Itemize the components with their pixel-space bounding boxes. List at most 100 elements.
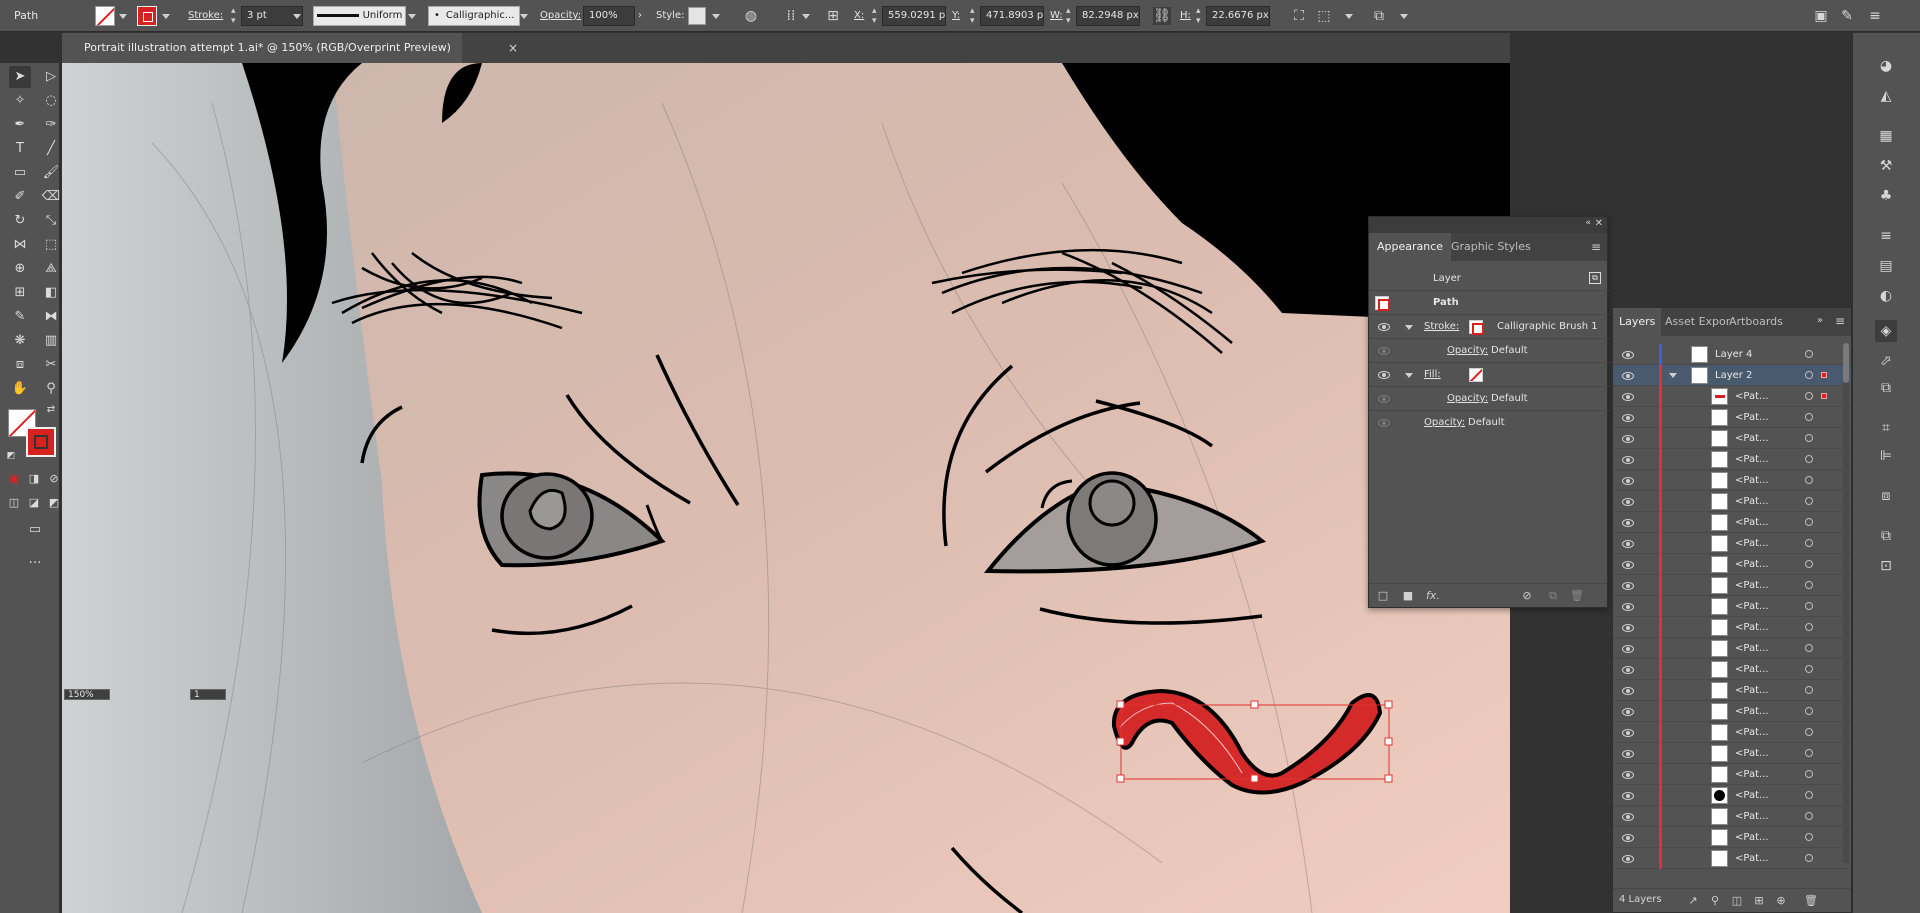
visibility-eye-icon[interactable] xyxy=(1621,497,1635,507)
visibility-eye-icon[interactable] xyxy=(1377,346,1391,356)
transform-icon[interactable]: ⛶ xyxy=(1290,7,1308,25)
sublayer-row[interactable]: <Pat... xyxy=(1613,680,1851,701)
sublayer-name[interactable]: <Pat... xyxy=(1735,428,1769,449)
layer-expand-icon[interactable] xyxy=(1669,373,1677,378)
sublayer-row[interactable]: <Pat... xyxy=(1613,575,1851,596)
stroke-panel-icon[interactable]: ≡ xyxy=(1875,225,1897,247)
isolate-dropdown-icon[interactable] xyxy=(1345,14,1353,19)
sublayer-name[interactable]: <Pat... xyxy=(1735,764,1769,785)
sublayer-name[interactable]: <Pat... xyxy=(1735,659,1769,680)
eraser-tool-icon[interactable]: ⌫ xyxy=(40,186,62,208)
layer-target-icon[interactable] xyxy=(1805,623,1813,631)
sublayer-row[interactable]: <Pat... xyxy=(1613,659,1851,680)
opacity-field[interactable]: 100% xyxy=(583,6,635,26)
line-tool-icon[interactable]: ╱ xyxy=(40,138,62,160)
constrain-proportions-icon[interactable]: ⛓ xyxy=(1153,7,1171,25)
slice-tool-icon[interactable]: ✂ xyxy=(40,354,62,376)
layer-target-icon[interactable] xyxy=(1805,350,1813,358)
sublayer-name[interactable]: <Pat... xyxy=(1735,848,1769,869)
sublayer-row[interactable]: <Pat... xyxy=(1613,806,1851,827)
sublayer-row[interactable]: <Pat... xyxy=(1613,848,1851,869)
w-field[interactable]: 82.2948 px xyxy=(1076,6,1140,26)
layer-target-icon[interactable]: ⧉ xyxy=(1589,272,1601,284)
sublayer-name[interactable]: <Pat... xyxy=(1735,512,1769,533)
sublayer-row[interactable]: <Pat... xyxy=(1613,386,1851,407)
artboard-canvas[interactable]: 150% 1 xyxy=(62,63,1510,913)
layer-target-icon[interactable] xyxy=(1805,371,1813,379)
h-stepper-icon[interactable]: ▴ ▾ xyxy=(1196,6,1201,26)
eyedropper-tool-icon[interactable]: ✎ xyxy=(9,306,31,328)
sublayer-name[interactable]: <Pat... xyxy=(1735,407,1769,428)
layer-target-icon[interactable] xyxy=(1805,581,1813,589)
gradient-mode-icon[interactable]: ◨ xyxy=(26,471,42,487)
new-sublayer-icon[interactable]: ⊞ xyxy=(1751,893,1767,909)
selection-indicator-icon[interactable] xyxy=(1821,372,1827,378)
paintbrush-tool-icon[interactable]: 🖌 xyxy=(40,162,62,184)
visibility-eye-icon[interactable] xyxy=(1621,350,1635,360)
transform-panel-icon[interactable]: ⌗ xyxy=(1875,417,1897,439)
stroke-dropdown-icon[interactable] xyxy=(162,14,170,19)
sublayer-row[interactable]: <Pat... xyxy=(1613,785,1851,806)
layer-name[interactable]: Layer 4 xyxy=(1715,344,1752,365)
sublayer-row[interactable]: <Pat... xyxy=(1613,449,1851,470)
fill-dropdown-icon[interactable] xyxy=(119,14,127,19)
sublayer-name[interactable]: <Pat... xyxy=(1735,722,1769,743)
visibility-eye-icon[interactable] xyxy=(1621,434,1635,444)
document-tab[interactable]: Portrait illustration attempt 1.ai* @ 15… xyxy=(62,33,462,63)
stroke-swatch[interactable] xyxy=(137,6,157,26)
sublayer-name[interactable]: <Pat... xyxy=(1735,638,1769,659)
sublayer-name[interactable]: <Pat... xyxy=(1735,680,1769,701)
shape-dropdown-icon[interactable] xyxy=(1400,14,1408,19)
variable-width-profile[interactable]: Uniform xyxy=(313,6,406,26)
panel-menu-icon[interactable]: ≡ xyxy=(1591,241,1601,253)
layer-name[interactable]: Layer 2 xyxy=(1715,365,1752,386)
collapse-panel-icon[interactable]: « xyxy=(1585,218,1591,228)
sublayer-row[interactable]: <Pat... xyxy=(1613,470,1851,491)
w-stepper-icon[interactable]: ▴ ▾ xyxy=(1066,6,1071,26)
direct-selection-tool-icon[interactable]: ▷ xyxy=(40,66,62,88)
disclosure-icon[interactable] xyxy=(1405,373,1413,378)
mesh-tool-icon[interactable]: ⊞ xyxy=(9,282,31,304)
shape-builder-icon[interactable]: ⧉ xyxy=(1370,7,1388,25)
style-dropdown-icon[interactable] xyxy=(712,14,720,19)
brush-definition[interactable]: • Calligraphic... xyxy=(428,6,520,26)
layer-target-icon[interactable] xyxy=(1805,791,1813,799)
stroke-stepper-icon[interactable]: ▴ ▾ xyxy=(231,6,236,26)
sublayer-name[interactable]: <Pat... xyxy=(1735,491,1769,512)
sublayer-name[interactable]: <Pat... xyxy=(1735,827,1769,848)
sublayer-row[interactable]: <Pat... xyxy=(1613,533,1851,554)
panel-menu-icon[interactable]: ≡ xyxy=(1866,7,1884,25)
lasso-tool-icon[interactable]: ◌ xyxy=(40,90,62,112)
layers-dock-icon[interactable]: ◈ xyxy=(1875,320,1897,342)
visibility-eye-icon[interactable] xyxy=(1377,418,1391,428)
stroke-color-icon[interactable] xyxy=(1469,320,1484,335)
clipping-mask-icon[interactable]: ◫ xyxy=(1729,893,1745,909)
rotate-tool-icon[interactable]: ↻ xyxy=(9,210,31,232)
layer-target-icon[interactable] xyxy=(1805,686,1813,694)
sublayer-row[interactable]: <Pat... xyxy=(1613,554,1851,575)
appearance-fill-opacity-row[interactable]: Opacity: Default xyxy=(1369,387,1609,411)
visibility-eye-icon[interactable] xyxy=(1621,833,1635,843)
sublayer-name[interactable]: <Pat... xyxy=(1735,386,1769,407)
artboards-dock-icon[interactable]: ⧉ xyxy=(1875,377,1897,399)
graphic-styles-icon[interactable]: ⊡ xyxy=(1875,555,1897,577)
profile-dropdown-icon[interactable] xyxy=(408,14,416,19)
visibility-eye-icon[interactable] xyxy=(1377,370,1391,380)
fill-swatch[interactable] xyxy=(95,6,115,26)
layer-target-icon[interactable] xyxy=(1805,560,1813,568)
scale-tool-icon[interactable]: ⤡ xyxy=(40,210,62,232)
sublayer-row[interactable]: <Pat... xyxy=(1613,428,1851,449)
layer-target-icon[interactable] xyxy=(1805,455,1813,463)
curvature-tool-icon[interactable]: ✑ xyxy=(40,114,62,136)
fill-row-label[interactable]: Fill: xyxy=(1424,363,1441,387)
tab-artboards[interactable]: Artboards xyxy=(1723,308,1789,336)
tab-appearance[interactable]: Appearance xyxy=(1369,233,1452,261)
isolate-icon[interactable]: ⬚ xyxy=(1315,7,1333,25)
none-mode-icon[interactable]: ⊘ xyxy=(46,471,62,487)
sublayer-row[interactable]: <Pat... xyxy=(1613,701,1851,722)
panel-menu-icon[interactable]: ≡ xyxy=(1835,315,1845,327)
selection-indicator-icon[interactable] xyxy=(1821,393,1827,399)
layer-target-icon[interactable] xyxy=(1805,812,1813,820)
layer-target-icon[interactable] xyxy=(1805,833,1813,841)
add-effect-icon[interactable]: fx. xyxy=(1425,588,1441,604)
